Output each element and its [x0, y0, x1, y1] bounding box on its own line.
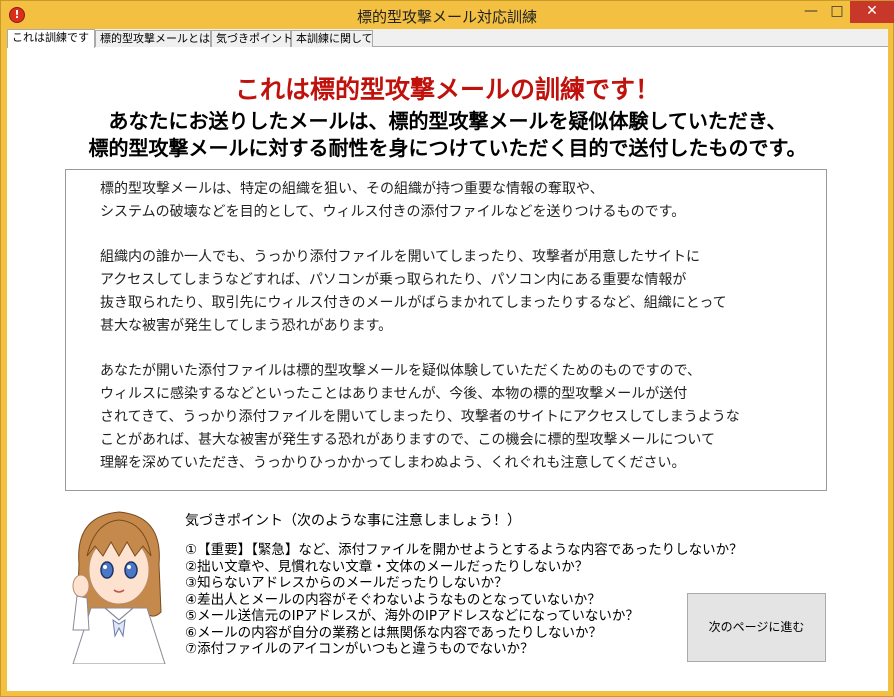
- paragraph-2: 組織内の誰か一人でも、うっかり添付ファイルを開いてしまったり、攻撃者が用意したサ…: [100, 246, 727, 338]
- list-item: ⑤メール送信元のIPアドレスが、海外のIPアドレスなどになっていないか？: [185, 608, 639, 624]
- tab-about-training[interactable]: 本訓練に関して: [291, 30, 373, 47]
- awareness-points: 気づきポイント（次のような事に注意しましょう！） ①【重要】【緊急】など、添付フ…: [185, 510, 743, 657]
- next-page-button[interactable]: 次のページに進む: [687, 593, 826, 662]
- paragraph-line: 理解を深めていただき、うっかりひっかかってしまわぬよう、くれぐれも注意してくださ…: [100, 455, 686, 471]
- tab-bar: これは訓練です 標的型攻撃メールとは 気づきポイント 本訓練に関して: [7, 29, 888, 48]
- paragraph-1: 標的型攻撃メールは、特定の組織を狙い、その組織が持つ重要な情報の奪取や、 システ…: [100, 178, 685, 224]
- paragraph-3: あなたが開いた添付ファイルは標的型攻撃メールを疑似体験していただくためのものです…: [100, 360, 740, 475]
- tab-what-is-targeted-mail[interactable]: 標的型攻撃メールとは: [95, 30, 211, 47]
- window-title: 標的型攻撃メール対応訓練: [356, 8, 537, 26]
- tab-page: これは標的型攻撃メールの訓練です！ あなたにお送りしたメールは、標的型攻撃メール…: [7, 48, 888, 691]
- app-window: ! 標的型攻撃メール対応訓練 — □ ✕ これは訓練です 標的型攻撃メールとは …: [0, 0, 894, 697]
- list-item: ④差出人とメールの内容がそぐわないようなものとなっていないか？: [185, 591, 601, 608]
- paragraph-line: 甚大な被害が発生してしまう恐れがあります。: [100, 318, 393, 334]
- awareness-points-list: ①【重要】【緊急】など、添付ファイルを開かせようとするような内容であったりしない…: [185, 542, 743, 658]
- list-item: ⑦添付ファイルのアイコンがいつもと違うものでないか？: [185, 641, 534, 657]
- page-headline: これは標的型攻撃メールの訓練です！: [234, 75, 660, 104]
- list-item: ①【重要】【緊急】など、添付ファイルを開かせようとするような内容であったりしない…: [185, 542, 743, 558]
- minimize-button[interactable]: —: [798, 1, 824, 23]
- list-item: ⑥メールの内容が自分の業務とは無関係な内容であったりしないか？: [185, 624, 602, 641]
- close-button[interactable]: ✕: [850, 1, 894, 23]
- explanation-textbox[interactable]: 標的型攻撃メールは、特定の組織を狙い、その組織が持つ重要な情報の奪取や、 システ…: [65, 169, 827, 491]
- list-item: ②拙い文章や、見慣れない文章・文体のメールだったりしないか？: [185, 558, 589, 575]
- awareness-points-title: 気づきポイント（次のような事に注意しましょう！）: [185, 513, 521, 529]
- subtitle-line-2: 標的型攻撃メールに対する耐性を身につけていただく目的で送付したものです。: [88, 136, 807, 160]
- paragraph-line: あなたが開いた添付ファイルは標的型攻撃メールを疑似体験していただくためのものです…: [100, 363, 702, 379]
- tab-awareness-points[interactable]: 気づきポイント: [211, 30, 293, 47]
- paragraph-line: 組織内の誰か一人でも、うっかり添付ファイルを開いてしまったり、攻撃者が用意したサ…: [100, 249, 701, 265]
- subtitle-line-1: あなたにお送りしたメールは、標的型攻撃メールを疑似体験していただき、: [108, 109, 787, 133]
- paragraph-line: 抜き取られたり、取引先にウィルス付きのメールがばらまかれてしまったりするなど、組…: [100, 295, 727, 311]
- paragraph-line: ウィルスに感染するなどといったことはありませんが、今後、本物の標的型攻撃メールが…: [100, 386, 688, 402]
- maximize-button[interactable]: □: [824, 1, 850, 23]
- paragraph-line: ことがあれば、甚大な被害が発生する恐れがありますので、この機会に標的型攻撃メール…: [100, 432, 716, 448]
- mascot-girl-illustration: [72, 511, 166, 664]
- paragraph-line: システムの破壊などを目的として、ウィルス付きの添付ファイルなどを送りつけるもので…: [100, 204, 686, 220]
- paragraph-line: されてきて、うっかり添付ファイルを開いてしまったり、攻撃者のサイトにアクセスして…: [100, 409, 740, 425]
- tab-this-is-training[interactable]: これは訓練です: [7, 29, 95, 48]
- title-bar[interactable]: ! 標的型攻撃メール対応訓練 — □ ✕: [1, 1, 894, 29]
- paragraph-line: 標的型攻撃メールは、特定の組織を狙い、その組織が持つ重要な情報の奪取や、: [100, 181, 604, 197]
- client-area: これは訓練です 標的型攻撃メールとは 気づきポイント 本訓練に関して これは標的…: [7, 29, 888, 691]
- list-item: ③知らないアドレスからのメールだったりしないか？: [185, 575, 508, 591]
- paragraph-line: アクセスしてしまうなどすれば、パソコンが乗っ取られたり、パソコン内にある重要な情…: [100, 272, 687, 288]
